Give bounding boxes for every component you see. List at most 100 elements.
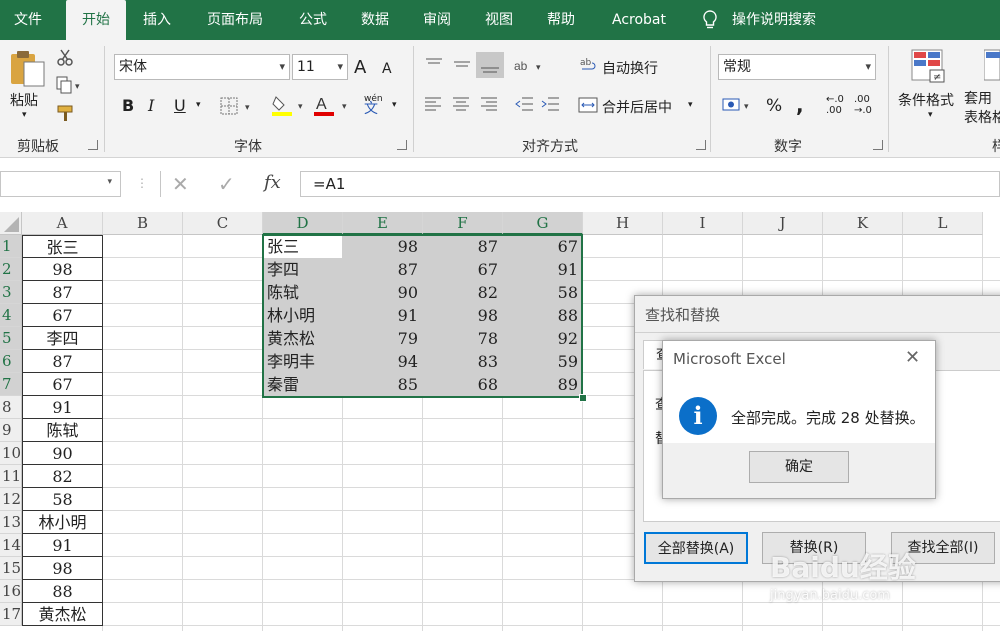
- font-size-combo[interactable]: 11 ▾: [292, 54, 348, 80]
- column-header-h[interactable]: H: [583, 212, 663, 235]
- tab-page-layout[interactable]: 页面布局: [194, 0, 276, 40]
- decrease-decimal-button[interactable]: .00 →.0: [854, 94, 872, 116]
- paste-icon[interactable]: [8, 48, 48, 88]
- column-header-b[interactable]: B: [103, 212, 183, 235]
- tab-home[interactable]: 开始: [66, 0, 126, 40]
- row-header[interactable]: 16: [0, 580, 22, 603]
- conditional-dropdown-icon[interactable]: ▾: [928, 110, 933, 120]
- phonetic-dropdown-icon[interactable]: ▾: [392, 100, 397, 110]
- column-header-g[interactable]: G: [503, 212, 583, 235]
- row-header[interactable]: 12: [0, 488, 22, 511]
- align-right-icon[interactable]: [480, 96, 498, 116]
- row-header[interactable]: 15: [0, 557, 22, 580]
- number-format-combo[interactable]: 常规 ▾: [718, 54, 876, 80]
- row-header[interactable]: 14: [0, 534, 22, 557]
- shrink-font-button[interactable]: A: [382, 61, 392, 77]
- row-header[interactable]: 10: [0, 442, 22, 465]
- phonetic-button[interactable]: wén 文: [364, 94, 383, 116]
- replace-all-button[interactable]: 全部替换(A): [644, 532, 748, 564]
- cell-a7[interactable]: 67: [22, 373, 103, 396]
- clipboard-launcher-icon[interactable]: [88, 140, 98, 150]
- row-header[interactable]: 7: [0, 373, 22, 396]
- merge-center-button[interactable]: 合并后居中: [602, 97, 672, 117]
- cell-a5[interactable]: 李四: [22, 327, 103, 350]
- enter-icon[interactable]: ✓: [218, 172, 235, 196]
- copy-icon[interactable]: ▾: [56, 76, 82, 98]
- tab-view[interactable]: 视图: [474, 0, 524, 40]
- tab-file[interactable]: 文件: [0, 0, 56, 40]
- align-middle-icon[interactable]: [452, 56, 472, 76]
- cut-icon[interactable]: [56, 48, 74, 70]
- column-header-e[interactable]: E: [343, 212, 423, 235]
- column-header-f[interactable]: F: [423, 212, 503, 235]
- format-as-table-button[interactable]: 套用 表格格式: [964, 90, 1000, 128]
- cell-a13[interactable]: 林小明: [22, 511, 103, 534]
- column-header-j[interactable]: J: [743, 212, 823, 235]
- align-left-icon[interactable]: [424, 96, 442, 116]
- cell-a12[interactable]: 58: [22, 488, 103, 511]
- tab-review[interactable]: 审阅: [412, 0, 462, 40]
- alignment-launcher-icon[interactable]: [696, 140, 706, 150]
- format-as-table-icon[interactable]: [983, 48, 1000, 90]
- row-header[interactable]: 9: [0, 419, 22, 442]
- grow-font-button[interactable]: A: [354, 57, 366, 78]
- name-box[interactable]: ▾: [0, 171, 121, 197]
- fill-handle[interactable]: [579, 394, 587, 402]
- formula-input[interactable]: =A1: [300, 171, 1000, 197]
- increase-indent-icon[interactable]: [540, 96, 560, 116]
- orientation-icon[interactable]: ab ▾: [514, 58, 546, 78]
- font-launcher-icon[interactable]: [397, 140, 407, 150]
- underline-dropdown-icon[interactable]: ▾: [196, 100, 201, 110]
- tab-formulas[interactable]: 公式: [288, 0, 338, 40]
- cell-a6[interactable]: 87: [22, 350, 103, 373]
- column-header-k[interactable]: K: [823, 212, 903, 235]
- ok-button[interactable]: 确定: [749, 451, 849, 483]
- tab-help[interactable]: 帮助: [536, 0, 586, 40]
- fill-color-icon[interactable]: ▾: [270, 94, 310, 122]
- row-header[interactable]: 8: [0, 396, 22, 419]
- cell-a14[interactable]: 91: [22, 534, 103, 557]
- align-center-icon[interactable]: [452, 96, 470, 116]
- row-header[interactable]: 5: [0, 327, 22, 350]
- row-header[interactable]: 2: [0, 258, 22, 281]
- select-all-button[interactable]: [0, 212, 22, 235]
- bold-button[interactable]: B: [122, 96, 134, 115]
- align-bottom-icon[interactable]: [476, 52, 504, 78]
- cell-a1[interactable]: 张三: [22, 235, 103, 258]
- paste-button[interactable]: 粘贴: [10, 90, 38, 110]
- tab-insert[interactable]: 插入: [132, 0, 182, 40]
- row-header[interactable]: 17: [0, 603, 22, 626]
- insert-function-icon[interactable]: fx: [264, 172, 281, 193]
- number-launcher-icon[interactable]: [873, 140, 883, 150]
- cell-a2[interactable]: 98: [22, 258, 103, 281]
- cell-a9[interactable]: 陈轼: [22, 419, 103, 442]
- borders-icon[interactable]: ▾: [220, 97, 254, 119]
- column-header-d[interactable]: D: [263, 212, 343, 235]
- cell-a10[interactable]: 90: [22, 442, 103, 465]
- column-header-c[interactable]: C: [183, 212, 263, 235]
- accounting-format-icon[interactable]: ▾: [722, 96, 754, 118]
- column-header-l[interactable]: L: [903, 212, 983, 235]
- decrease-indent-icon[interactable]: [514, 96, 534, 116]
- row-header[interactable]: 13: [0, 511, 22, 534]
- cell-a15[interactable]: 98: [22, 557, 103, 580]
- paste-dropdown-icon[interactable]: ▾: [22, 110, 27, 120]
- font-name-combo[interactable]: 宋体 ▾: [114, 54, 290, 80]
- row-header[interactable]: 3: [0, 281, 22, 304]
- comma-button[interactable]: ,: [796, 93, 804, 117]
- cell-a8[interactable]: 91: [22, 396, 103, 419]
- increase-decimal-button[interactable]: ←.0 .00: [826, 94, 844, 116]
- tell-me-search[interactable]: 操作说明搜索: [732, 0, 832, 40]
- close-icon[interactable]: ✕: [905, 347, 920, 368]
- cancel-icon[interactable]: ✕: [172, 172, 189, 196]
- cell-a16[interactable]: 88: [22, 580, 103, 603]
- cell-a17[interactable]: 黄杰松: [22, 603, 103, 626]
- row-header[interactable]: 6: [0, 350, 22, 373]
- merge-dropdown-icon[interactable]: ▾: [688, 100, 693, 110]
- merge-center-icon[interactable]: [578, 96, 598, 118]
- percent-button[interactable]: %: [766, 96, 782, 116]
- column-header-i[interactable]: I: [663, 212, 743, 235]
- font-color-icon[interactable]: A ▾: [312, 94, 352, 122]
- tab-acrobat[interactable]: Acrobat: [598, 0, 680, 40]
- conditional-formatting-button[interactable]: 条件格式: [898, 90, 954, 110]
